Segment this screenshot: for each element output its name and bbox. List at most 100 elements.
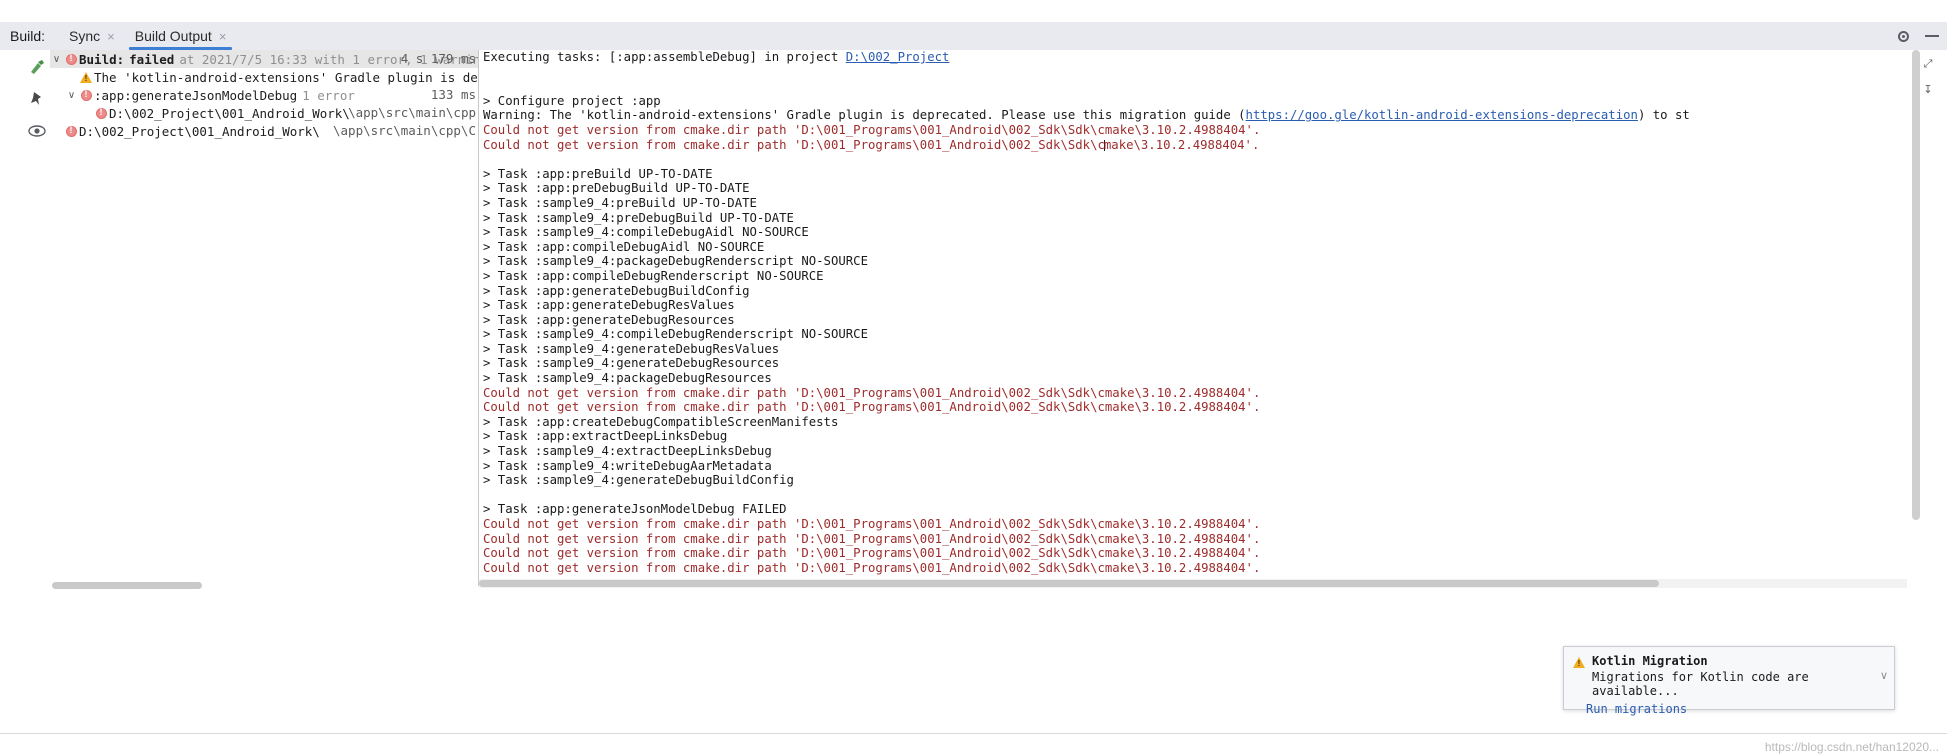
tree-row[interactable]: ∨Build:failedat 2021/7/5 16:33 with 1 er… [50, 50, 478, 68]
console-error-line: Could not get version from cmake.dir pat… [479, 138, 1907, 153]
console-line: > Task :app:preBuild UP-TO-DATE [483, 166, 713, 181]
console-link[interactable]: D:\002_Project [846, 50, 950, 64]
tree-row-right: \app\src\main\cpp\C [333, 123, 476, 138]
console-line: > Task :sample9_4:packageDebugResources [483, 371, 772, 386]
console-line: > Configure project :app [483, 93, 661, 108]
console-error-line: Could not get version from cmake.dir pat… [483, 122, 1261, 137]
console-line: > Task :app:generateJsonModelDebug FAILE… [483, 502, 787, 517]
tree-row[interactable]: The 'kotlin-android-extensions' Gradle p… [50, 68, 478, 86]
console-line: > Task :app:generateDebugBuildConfig [483, 283, 750, 298]
console-line: > Task :sample9_4:compileDebugRenderscri… [483, 327, 868, 342]
bottom-divider [0, 733, 1947, 734]
console-line: > Task :sample9_4:preDebugBuild UP-TO-DA… [483, 210, 794, 225]
run-migrations-link[interactable]: Run migrations [1586, 702, 1894, 716]
console-error-line: Could not get version from cmake.dir pat… [483, 560, 1261, 575]
tree-row[interactable]: D:\002_Project\001_Android_Work\ \app\src… [50, 122, 478, 140]
gear-icon[interactable] [1896, 29, 1911, 44]
tool-window-header: Build: Sync × Build Output × [0, 22, 1947, 50]
tree-row-right: 4 s 179 ms [400, 51, 476, 66]
tab-bar: Sync × Build Output × [59, 22, 236, 50]
tree-row-label: D:\002_Project\001_Android_Work\ [109, 105, 350, 121]
chevron-down-icon[interactable]: ∨ [65, 90, 78, 101]
console-line: > Task :sample9_4:extractDeepLinksDebug [483, 444, 772, 459]
tab-label: Build Output [134, 28, 212, 44]
console-link[interactable]: https://goo.gle/kotlin-android-extension… [1246, 108, 1638, 122]
tree-row-right: \app\src\main\cpp [348, 105, 476, 120]
chevron-down-icon[interactable]: ∨ [1880, 669, 1888, 682]
console-error-line: Could not get version from cmake.dir pat… [483, 400, 1261, 415]
console-error-line: Could not get version from cmake.dir pat… [483, 546, 1261, 561]
console-line: Executing tasks: [:app:assembleDebug] in… [479, 50, 1907, 65]
ide-build-tool-window: Build: Sync×Build Output× ∨Build:faileda… [0, 0, 1947, 756]
console-line: > Task :sample9_4:writeDebugAarMetadata [483, 458, 772, 473]
console-side-actions: ⤢ ↧ [1915, 58, 1941, 96]
error-icon [93, 107, 109, 119]
console-error-line: Could not get version from cmake.dir pat… [483, 531, 1261, 546]
console-line: > Task :app:preDebugBuild UP-TO-DATE [483, 181, 750, 196]
console-error-line: Could not get version from cmake.dir pat… [483, 517, 1261, 531]
console-line: > Task :sample9_4:generateDebugResources [483, 356, 780, 371]
console-line: > Task :app:createDebugCompatibleScreenM… [483, 414, 839, 429]
warning-icon [78, 71, 94, 83]
console-line: > Task :app:generateDebugResources [483, 312, 735, 327]
console-line: > Task :app:generateDebugResValues [483, 298, 735, 313]
tab-sync[interactable]: Sync × [59, 22, 125, 50]
tab-build-output[interactable]: Build Output × [125, 22, 237, 50]
console-text: Could not get version from cmake.dir pat… [483, 137, 1105, 152]
console-text: Warning: The 'kotlin-android-extensions'… [483, 108, 1246, 123]
scroll-to-end-icon[interactable]: ↧ [1923, 83, 1932, 96]
console-line: > Task :app:compileDebugRenderscript NO-… [483, 268, 824, 283]
notification-message: Migrations for Kotlin code are available… [1592, 670, 1809, 698]
tree-row-label: The 'kotlin-android-extensions' Gradle p… [94, 69, 478, 85]
console-line: > Task :sample9_4:generateDebugResValues [483, 341, 780, 356]
close-icon[interactable]: × [219, 29, 227, 44]
console-text: Executing tasks: [:app:assembleDebug] in… [483, 50, 846, 64]
close-icon[interactable]: × [107, 29, 115, 44]
tree-row-detail: 1 error [302, 87, 355, 103]
tree-horizontal-scrollbar[interactable] [50, 581, 478, 590]
tree-row-right: 133 ms [430, 87, 476, 102]
minimize-icon[interactable] [1925, 35, 1939, 37]
tree-row-status: failed [129, 51, 175, 67]
tree-row[interactable]: ∨ :app:generateJsonModelDebug1 error 133 m… [50, 86, 478, 104]
tree-row-label: Build: [79, 51, 125, 67]
error-icon [63, 53, 79, 65]
build-tree[interactable]: ∨Build:failedat 2021/7/5 16:33 with 1 er… [50, 50, 478, 586]
console-text: ) to st [1637, 108, 1690, 123]
tree-row[interactable]: D:\002_Project\001_Android_Work\\app\src… [50, 104, 478, 122]
pin-icon[interactable] [28, 90, 46, 108]
tool-window-title: Build: [10, 28, 46, 44]
tool-window-actions [1896, 22, 1939, 50]
console-horizontal-scrollbar[interactable] [479, 579, 1907, 588]
console-text: make\3.10.2.4988404'. [1103, 137, 1260, 152]
console-line: > Task :app:compileDebugAidl NO-SOURCE [483, 239, 765, 254]
console-line: Warning: The 'kotlin-android-extensions'… [479, 108, 1907, 123]
console-error-line: Could not get version from cmake.dir pat… [483, 385, 1261, 400]
chevron-down-icon[interactable]: ∨ [50, 54, 63, 65]
watermark: https://blog.csdn.net/han12020... [1764, 740, 1939, 754]
hammer-icon[interactable] [28, 58, 46, 76]
eye-icon[interactable] [28, 122, 46, 140]
notification-balloon[interactable]: Kotlin Migration Migrations for Kotlin c… [1563, 646, 1895, 716]
console-vertical-scrollbar[interactable] [1911, 50, 1921, 576]
console-line: > Task :sample9_4:compileDebugAidl NO-SO… [483, 225, 809, 240]
console-line: > Task :sample9_4:generateDebugBuildConf… [483, 473, 794, 488]
notification-header: Kotlin Migration Migrations for Kotlin c… [1564, 647, 1894, 698]
error-icon [63, 125, 79, 137]
collapse-icon[interactable]: ⤢ [1924, 58, 1933, 71]
tree-row-label: :app:generateJsonModelDebug [94, 87, 298, 103]
warning-icon [1573, 657, 1585, 668]
console-line: > Task :sample9_4:packageDebugRenderscri… [483, 254, 868, 269]
build-toolbar [24, 50, 50, 586]
console-line: > Task :sample9_4:preBuild UP-TO-DATE [483, 195, 757, 210]
error-icon [78, 89, 94, 101]
build-output-console[interactable]: Executing tasks: [:app:assembleDebug] in… [479, 50, 1907, 586]
tree-row-label: D:\002_Project\001_Android_Work\ [79, 123, 320, 139]
tab-label: Sync [69, 28, 101, 44]
notification-title: Kotlin Migration [1592, 654, 1708, 668]
console-line: > Task :app:extractDeepLinksDebug [483, 429, 728, 444]
